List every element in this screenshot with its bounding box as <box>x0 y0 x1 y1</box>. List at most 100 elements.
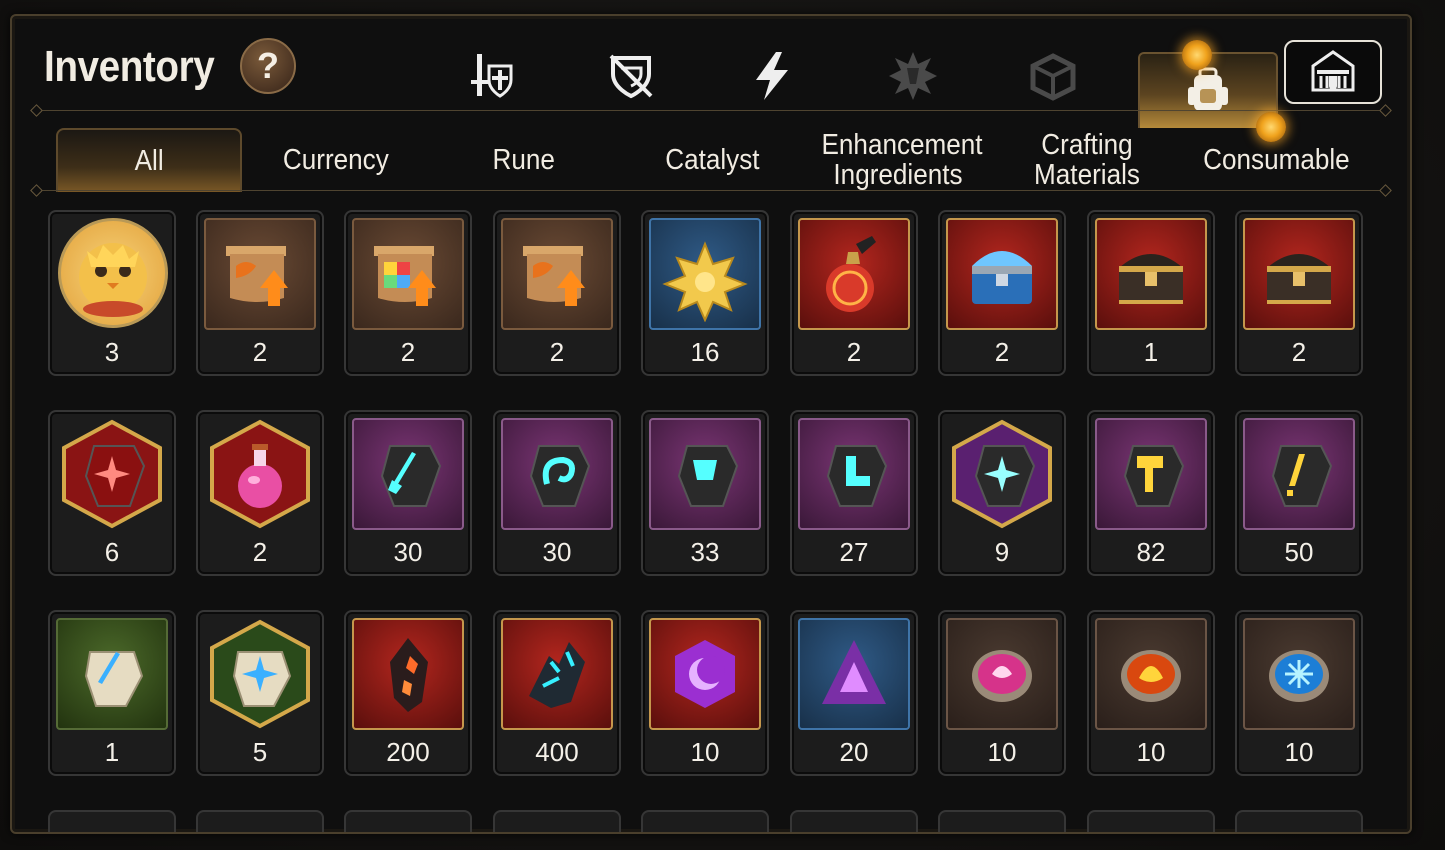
item-slot[interactable]: 2 <box>493 210 621 376</box>
item-slot[interactable]: 50 <box>1235 410 1363 576</box>
item-frame <box>798 618 910 730</box>
item-slot[interactable]: 10 <box>1087 610 1215 776</box>
item-frame <box>1243 418 1355 530</box>
header-divider <box>36 110 1386 111</box>
item-frame <box>798 218 910 330</box>
item-slot[interactable]: 2 <box>344 210 472 376</box>
item-frame <box>1095 218 1207 330</box>
item-slot-partial[interactable] <box>1087 810 1215 832</box>
tab-equipment-icon[interactable] <box>436 40 546 112</box>
item-frame <box>58 218 168 328</box>
item-slot-partial[interactable] <box>1235 810 1363 832</box>
item-slot[interactable]: 1 <box>1087 210 1215 376</box>
item-frame <box>352 418 464 530</box>
item-slot[interactable]: 10 <box>1235 610 1363 776</box>
item-slot-partial[interactable] <box>48 810 176 832</box>
guild-castle-icon <box>1311 50 1355 92</box>
item-slot[interactable]: 30 <box>344 410 472 576</box>
item-slot[interactable]: 33 <box>641 410 769 576</box>
item-slot[interactable]: 400 <box>493 610 621 776</box>
tab-skill-icon[interactable] <box>717 40 827 112</box>
help-button[interactable]: ? <box>240 38 296 94</box>
item-quantity: 10 <box>987 737 1017 767</box>
tab-artifact-icon[interactable] <box>998 40 1108 112</box>
tab-all[interactable]: All <box>56 128 242 192</box>
hammer-rune-stone-icon <box>1097 420 1205 528</box>
item-slot[interactable]: 3 <box>48 210 176 376</box>
purple-moon-gem-icon <box>651 620 759 728</box>
tab-guild-icon[interactable] <box>1284 40 1382 104</box>
item-quantity: 50 <box>1284 537 1314 567</box>
item-quantity: 27 <box>839 537 869 567</box>
item-slot-partial[interactable] <box>938 810 1066 832</box>
item-quantity: 10 <box>1136 737 1166 767</box>
item-quantity: 82 <box>1136 537 1166 567</box>
tab-enhancement-ingredients[interactable]: Enhancement Ingredients <box>808 128 988 192</box>
orange-upgrade-scroll-icon <box>503 220 611 328</box>
tab-crafting-materials[interactable]: Crafting Materials <box>1004 128 1170 192</box>
item-slot[interactable]: 2 <box>1235 210 1363 376</box>
notification-dot <box>1256 112 1286 142</box>
item-quantity: 33 <box>690 537 720 567</box>
item-slot[interactable]: 82 <box>1087 410 1215 576</box>
item-slot[interactable]: 9 <box>938 410 1066 576</box>
tab-rune[interactable]: Rune <box>432 128 616 192</box>
item-slot[interactable]: 2 <box>196 210 324 376</box>
item-quantity: 2 <box>400 337 416 367</box>
tabs-divider <box>36 190 1386 191</box>
tab-crest-icon[interactable] <box>858 40 968 112</box>
orange-upgrade-scroll-icon <box>206 220 314 328</box>
item-slot[interactable]: 5 <box>196 610 324 776</box>
item-slot[interactable]: 10 <box>938 610 1066 776</box>
item-slot[interactable]: 1 <box>48 610 176 776</box>
cyan-snowflake-orb-icon <box>1245 620 1353 728</box>
item-slot-partial[interactable] <box>196 810 324 832</box>
item-slot[interactable]: 27 <box>790 410 918 576</box>
cracked-cube-icon <box>1030 53 1076 101</box>
tab-catalyst[interactable]: Catalyst <box>620 128 804 192</box>
lightning-bolt-icon <box>756 52 788 100</box>
item-slot-partial[interactable] <box>493 810 621 832</box>
item-slot[interactable]: 2 <box>938 210 1066 376</box>
item-slot-partial[interactable] <box>790 810 918 832</box>
item-frame <box>946 418 1058 530</box>
item-slot[interactable]: 10 <box>641 610 769 776</box>
inventory-panel: Inventory ? All Currency Rune Catalyst E… <box>10 14 1412 834</box>
item-slot[interactable]: 2 <box>196 410 324 576</box>
item-quantity: 2 <box>994 337 1010 367</box>
item-slot-partial[interactable] <box>641 810 769 832</box>
item-frame <box>204 418 316 530</box>
item-quantity: 5 <box>252 737 268 767</box>
golden-treasure-chest-icon <box>1245 220 1353 328</box>
item-frame <box>1095 418 1207 530</box>
item-slot[interactable]: 2 <box>790 210 918 376</box>
purple-triangle-gem-icon <box>800 620 908 728</box>
notification-dot <box>1182 40 1212 70</box>
page-title: Inventory <box>44 42 215 91</box>
item-frame <box>501 618 613 730</box>
white-sword-stone-icon <box>58 620 166 728</box>
item-frame <box>1243 618 1355 730</box>
blue-crystal-chest-icon <box>948 220 1056 328</box>
white-star-stone-icon <box>204 618 316 730</box>
item-slot-partial[interactable] <box>344 810 472 832</box>
item-quantity: 9 <box>994 537 1010 567</box>
item-slot[interactable]: 200 <box>344 610 472 776</box>
item-quantity: 3 <box>104 337 120 367</box>
gold-lotus-crystal-icon <box>651 220 759 328</box>
item-frame <box>946 618 1058 730</box>
tab-currency[interactable]: Currency <box>244 128 428 192</box>
spiral-rune-stone-icon <box>503 420 611 528</box>
magenta-orb-icon <box>948 620 1056 728</box>
item-quantity: 1 <box>1143 337 1159 367</box>
item-slot[interactable]: 20 <box>790 610 918 776</box>
rainbow-cube-scroll-icon <box>354 220 462 328</box>
item-slot[interactable]: 6 <box>48 410 176 576</box>
item-slot[interactable]: 30 <box>493 410 621 576</box>
item-frame <box>649 418 761 530</box>
item-quantity: 16 <box>690 337 720 367</box>
item-frame <box>1243 218 1355 330</box>
item-frame <box>501 218 613 330</box>
item-slot[interactable]: 16 <box>641 210 769 376</box>
tab-defense-icon[interactable] <box>576 40 686 112</box>
